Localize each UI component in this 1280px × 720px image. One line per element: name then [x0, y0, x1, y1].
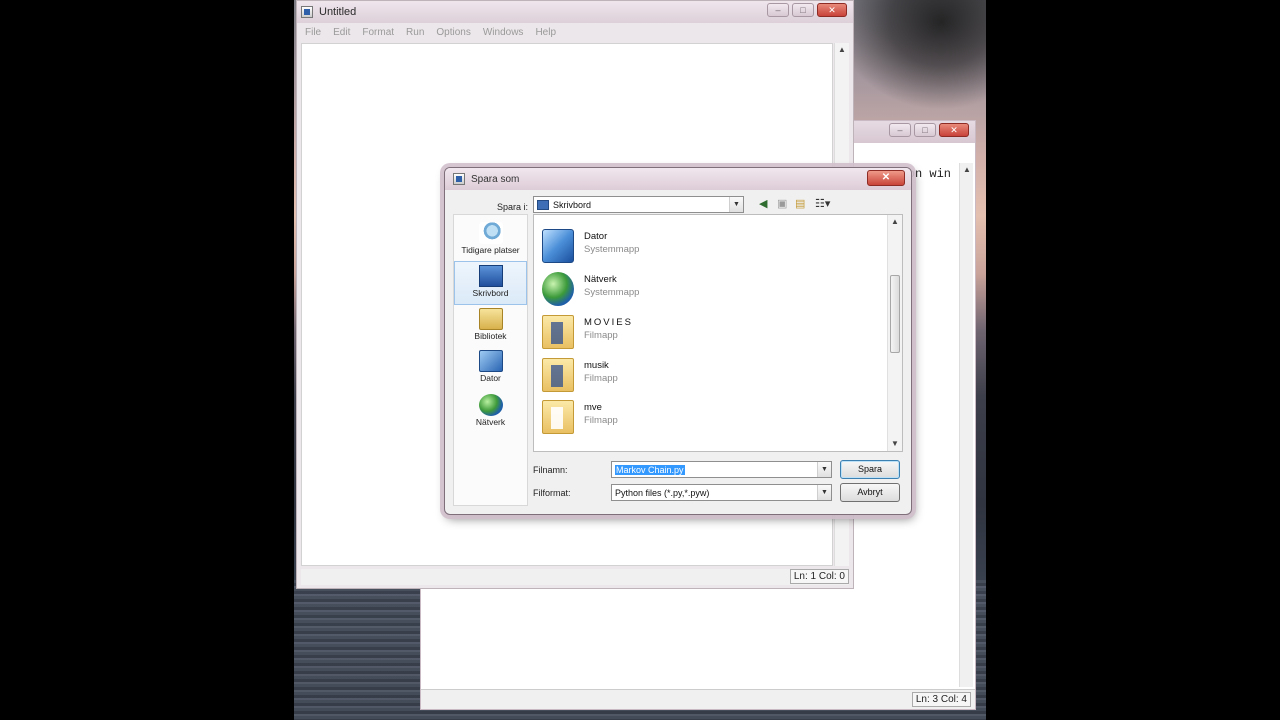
editor-close-button[interactable]: ✕: [817, 3, 847, 17]
menu-format[interactable]: Format: [358, 27, 402, 38]
recent-places-icon: [478, 222, 503, 244]
up-folder-icon[interactable]: ▣: [777, 197, 787, 210]
file-name: musik: [584, 360, 609, 371]
editor-title-bar[interactable]: Untitled – □ ✕: [297, 1, 853, 23]
save-in-value: Skrivbord: [553, 199, 592, 210]
shell-text: on win: [907, 167, 951, 181]
file-name: Nätverk: [584, 274, 617, 285]
network-icon: [478, 394, 503, 416]
editor-cursor-position: Ln: 1 Col: 0: [789, 569, 849, 584]
editor-scroll-up-icon[interactable]: ▲: [835, 43, 849, 57]
new-folder-icon[interactable]: ▤: [795, 197, 805, 210]
dialog-close-button[interactable]: ✕: [867, 170, 905, 186]
filetype-value: Python files (*.py,*.pyw): [615, 487, 710, 498]
file-name: Dator: [584, 231, 608, 242]
python-file-icon: [301, 6, 313, 18]
filename-label: Filnamn:: [533, 465, 568, 475]
list-item[interactable]: Nätverk Systemmapp: [538, 268, 878, 310]
place-desktop[interactable]: Skrivbord: [454, 261, 527, 305]
editor-maximize-button[interactable]: □: [792, 3, 814, 17]
save-in-dropdown[interactable]: Skrivbord ▼: [533, 196, 744, 213]
editor-title: Untitled: [319, 6, 357, 18]
place-network[interactable]: Nätverk: [454, 391, 527, 435]
library-icon: [478, 308, 503, 330]
list-item[interactable]: Dator Systemmapp: [538, 225, 878, 267]
place-recent[interactable]: Tidigare platser: [454, 219, 527, 263]
back-arrow-icon[interactable]: ◀: [759, 197, 767, 210]
place-network-label: Nätverk: [475, 417, 506, 427]
place-library-label: Bibliotek: [474, 331, 507, 341]
editor-menu-bar: File Edit Format Run Options Windows Hel…: [297, 23, 853, 42]
file-type: Systemmapp: [584, 244, 640, 255]
place-computer-label: Dator: [480, 373, 501, 383]
save-in-label: Spara i:: [497, 202, 529, 212]
chevron-down-icon[interactable]: ▼: [729, 197, 743, 212]
menu-file[interactable]: File: [301, 27, 329, 38]
scroll-down-icon[interactable]: ▼: [888, 437, 902, 451]
folder-icon: [542, 358, 574, 392]
filetype-label: Filformat:: [533, 488, 571, 498]
dialog-title: Spara som: [471, 173, 520, 185]
folder-icon: [542, 400, 574, 434]
file-list-scrollbar[interactable]: ▲ ▼: [887, 215, 902, 451]
file-list[interactable]: Dator Systemmapp Nätverk Systemmapp MOVI…: [533, 214, 903, 452]
place-recent-label: Tidigare platser: [461, 245, 520, 255]
editor-status-bar: Ln: 1 Col: 0: [301, 569, 849, 585]
list-item[interactable]: mve Filmapp: [538, 396, 878, 438]
file-type: Systemmapp: [584, 287, 640, 298]
computer-icon: [478, 350, 503, 372]
file-type: Filmapp: [584, 373, 618, 384]
dialog-title-bar[interactable]: Spara som ✕: [445, 168, 911, 190]
shell-status-bar: Ln: 3 Col: 4: [421, 689, 975, 709]
shell-cursor-position: Ln: 3 Col: 4: [911, 692, 971, 707]
shell-scrollbar[interactable]: ▲: [959, 163, 973, 687]
filename-input[interactable]: Markov Chain.py ▼: [611, 461, 832, 478]
place-library[interactable]: Bibliotek: [454, 305, 527, 349]
network-icon: [542, 272, 574, 306]
shell-maximize-button[interactable]: □: [914, 123, 936, 137]
file-name: mve: [584, 402, 602, 413]
place-desktop-label: Skrivbord: [472, 288, 509, 298]
places-bar: Tidigare platser Skrivbord Bibliotek Dat…: [453, 214, 528, 506]
save-button[interactable]: Spara: [840, 460, 900, 479]
cancel-button[interactable]: Avbryt: [840, 483, 900, 502]
menu-edit[interactable]: Edit: [329, 27, 358, 38]
desktop-icon: [478, 265, 503, 287]
scroll-up-icon[interactable]: ▲: [888, 215, 902, 229]
chevron-down-icon[interactable]: ▼: [817, 485, 831, 500]
shell-minimize-button[interactable]: –: [889, 123, 911, 137]
save-as-dialog[interactable]: Spara som ✕ Spara i: Skrivbord ▼ ◀ ▣ ▤ ☷…: [444, 167, 912, 515]
filetype-dropdown[interactable]: Python files (*.py,*.pyw) ▼: [611, 484, 832, 501]
menu-run[interactable]: Run: [402, 27, 432, 38]
screen: – □ ✕ on win ▲ Ln: 3 Col: 4 Untitled – □…: [0, 0, 1280, 720]
scrollbar-thumb[interactable]: [890, 275, 900, 353]
menu-help[interactable]: Help: [531, 27, 564, 38]
shell-close-button[interactable]: ✕: [939, 123, 969, 137]
editor-minimize-button[interactable]: –: [767, 3, 789, 17]
menu-windows[interactable]: Windows: [479, 27, 532, 38]
filename-value: Markov Chain.py: [615, 464, 685, 475]
folder-icon: [542, 315, 574, 349]
menu-options[interactable]: Options: [432, 27, 478, 38]
list-item[interactable]: MOVIES Filmapp: [538, 311, 878, 353]
computer-icon: [542, 229, 574, 263]
view-menu-icon[interactable]: ☷▾: [815, 197, 830, 210]
dialog-app-icon: [453, 173, 465, 185]
desktop-folder-icon: [537, 199, 549, 210]
file-type: Filmapp: [584, 330, 618, 341]
list-item[interactable]: musik Filmapp: [538, 354, 878, 396]
file-name: MOVIES: [584, 317, 633, 328]
shell-scroll-up-icon[interactable]: ▲: [960, 163, 974, 177]
place-computer[interactable]: Dator: [454, 347, 527, 391]
chevron-down-icon[interactable]: ▼: [817, 462, 831, 477]
wallpaper-tree: [836, 0, 986, 110]
file-type: Filmapp: [584, 415, 618, 426]
